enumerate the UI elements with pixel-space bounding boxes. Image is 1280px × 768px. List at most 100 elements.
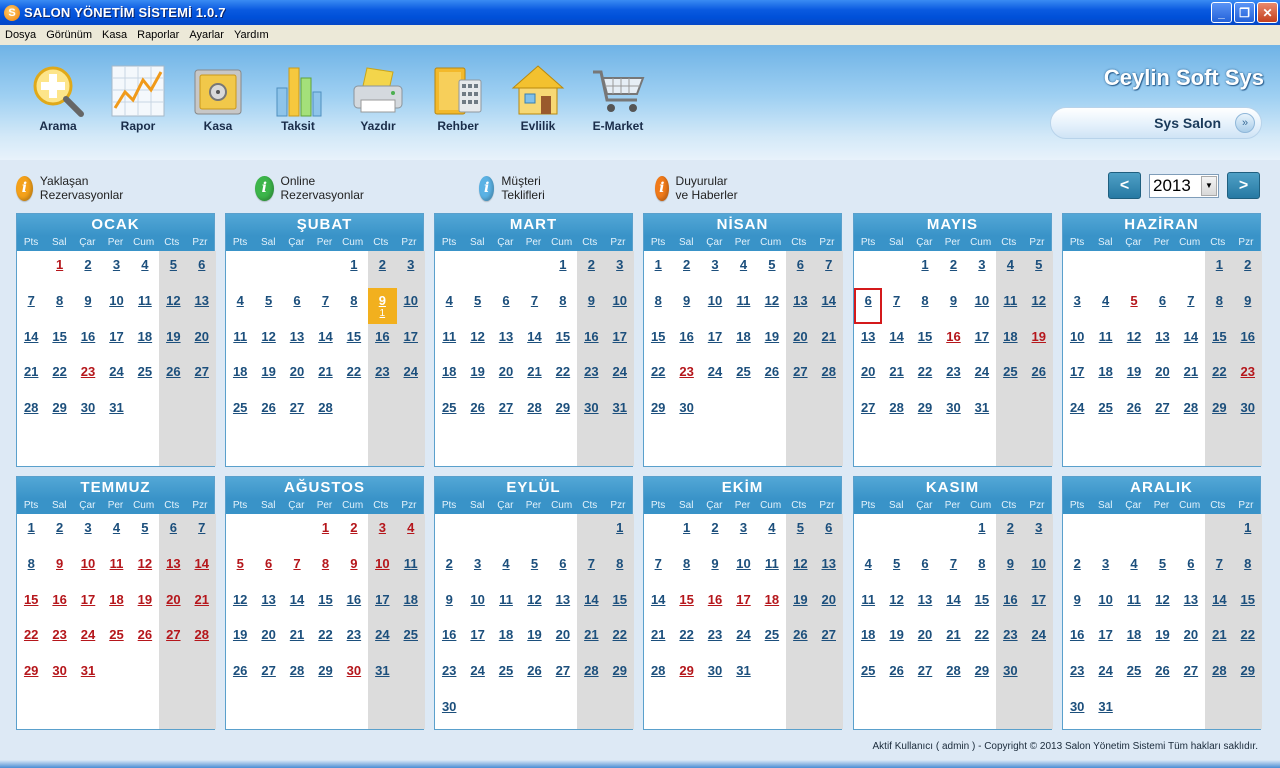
- day-cell[interactable]: 13: [188, 288, 216, 324]
- day-cell[interactable]: 9: [939, 288, 967, 324]
- day-cell[interactable]: 11: [854, 587, 882, 623]
- day-cell[interactable]: 28: [644, 658, 672, 694]
- day-cell[interactable]: 26: [786, 622, 814, 658]
- day-cell[interactable]: 11: [397, 551, 425, 587]
- day-cell[interactable]: 9: [701, 551, 729, 587]
- day-cell[interactable]: 30: [435, 694, 463, 730]
- day-cell[interactable]: 1: [1205, 252, 1233, 288]
- day-cell[interactable]: 3: [102, 252, 130, 288]
- day-cell[interactable]: 15: [606, 587, 634, 623]
- day-cell[interactable]: 7: [188, 515, 216, 551]
- day-cell[interactable]: 19: [226, 622, 254, 658]
- day-cell[interactable]: 20: [492, 359, 520, 395]
- day-cell[interactable]: 28: [1205, 658, 1233, 694]
- day-cell[interactable]: 12: [520, 587, 548, 623]
- day-cell[interactable]: 4: [758, 515, 786, 551]
- day-cell[interactable]: 14: [939, 587, 967, 623]
- info-yaklasan-rezervasyonlar[interactable]: i Yaklaşan Rezervasyonlar: [16, 174, 131, 202]
- day-cell[interactable]: 91: [368, 287, 397, 324]
- day-cell[interactable]: 17: [729, 587, 757, 623]
- info-duyurular-haberler[interactable]: i Duyurular ve Haberler: [655, 174, 739, 202]
- menu-gorunum[interactable]: Görünüm: [41, 29, 97, 41]
- day-cell[interactable]: 1: [1234, 515, 1262, 551]
- day-cell[interactable]: 5: [1025, 252, 1053, 288]
- day-cell[interactable]: 30: [45, 658, 73, 694]
- day-cell[interactable]: 2: [672, 252, 700, 288]
- day-cell[interactable]: 6: [815, 515, 843, 551]
- info-musteri-teklifleri[interactable]: i Müşteri Teklifleri: [479, 174, 554, 202]
- day-cell[interactable]: 22: [1234, 622, 1262, 658]
- day-cell[interactable]: 15: [911, 324, 939, 360]
- day-cell[interactable]: 23: [672, 359, 700, 395]
- day-cell[interactable]: 8: [340, 288, 368, 324]
- day-cell[interactable]: 23: [577, 359, 605, 395]
- day-cell[interactable]: 29: [672, 658, 700, 694]
- maximize-button[interactable]: ❐: [1234, 2, 1255, 23]
- day-cell[interactable]: 6: [159, 515, 187, 551]
- day-cell[interactable]: 17: [368, 587, 396, 623]
- day-cell[interactable]: 25: [996, 359, 1024, 395]
- day-cell[interactable]: 15: [672, 587, 700, 623]
- day-cell[interactable]: 20: [815, 587, 843, 623]
- day-cell[interactable]: 20: [283, 359, 311, 395]
- day-cell[interactable]: 16: [672, 324, 700, 360]
- day-cell[interactable]: 15: [311, 587, 339, 623]
- day-cell[interactable]: 26: [1148, 658, 1176, 694]
- day-cell[interactable]: 2: [368, 252, 396, 288]
- day-cell[interactable]: 14: [815, 288, 843, 324]
- day-cell[interactable]: 13: [1148, 324, 1176, 360]
- day-cell[interactable]: 5: [159, 252, 187, 288]
- menu-dosya[interactable]: Dosya: [0, 29, 41, 41]
- day-cell[interactable]: 17: [1091, 622, 1119, 658]
- day-cell[interactable]: 30: [1234, 395, 1262, 431]
- day-cell[interactable]: 10: [74, 551, 102, 587]
- day-cell[interactable]: 10: [102, 288, 130, 324]
- day-cell[interactable]: 30: [74, 395, 102, 431]
- day-cell[interactable]: 1: [644, 252, 672, 288]
- day-cell[interactable]: 23: [368, 359, 396, 395]
- day-cell[interactable]: 29: [549, 395, 577, 431]
- day-cell[interactable]: 25: [854, 658, 882, 694]
- day-cell[interactable]: 14: [520, 324, 548, 360]
- day-cell[interactable]: 26: [1120, 395, 1148, 431]
- day-cell[interactable]: 6: [549, 551, 577, 587]
- day-cell[interactable]: 7: [283, 551, 311, 587]
- day-cell[interactable]: 25: [1120, 658, 1148, 694]
- day-cell[interactable]: 27: [283, 395, 311, 431]
- day-cell[interactable]: 8: [311, 551, 339, 587]
- day-cell[interactable]: 17: [74, 587, 102, 623]
- day-cell[interactable]: 25: [729, 359, 757, 395]
- info-online-rezervasyonlar[interactable]: i Online Rezervasyonlar: [255, 174, 370, 202]
- day-cell[interactable]: 11: [435, 324, 463, 360]
- day-cell[interactable]: 6: [492, 288, 520, 324]
- day-cell[interactable]: 24: [1025, 622, 1053, 658]
- day-cell[interactable]: 21: [577, 622, 605, 658]
- day-cell[interactable]: 10: [1091, 587, 1119, 623]
- day-cell[interactable]: 12: [254, 324, 282, 360]
- day-cell[interactable]: 3: [74, 515, 102, 551]
- day-cell[interactable]: 11: [226, 324, 254, 360]
- day-cell[interactable]: 3: [701, 252, 729, 288]
- day-cell[interactable]: 1: [606, 515, 634, 551]
- day-cell[interactable]: 17: [1063, 359, 1091, 395]
- day-cell[interactable]: 31: [1091, 694, 1119, 730]
- day-cell[interactable]: 16: [1063, 622, 1091, 658]
- day-cell[interactable]: 11: [996, 288, 1024, 324]
- day-cell[interactable]: 3: [729, 515, 757, 551]
- day-cell[interactable]: 4: [1091, 288, 1119, 324]
- day-cell[interactable]: 11: [131, 288, 159, 324]
- day-cell[interactable]: 23: [45, 622, 73, 658]
- day-cell[interactable]: 27: [815, 622, 843, 658]
- day-cell[interactable]: 16: [74, 324, 102, 360]
- menu-yardim[interactable]: Yardım: [229, 29, 274, 41]
- day-cell[interactable]: 24: [368, 622, 396, 658]
- day-cell[interactable]: 26: [131, 622, 159, 658]
- day-cell[interactable]: 31: [606, 395, 634, 431]
- toolbar-emarket-button[interactable]: E-Market: [578, 61, 658, 133]
- menu-raporlar[interactable]: Raporlar: [132, 29, 184, 41]
- day-cell[interactable]: 3: [368, 515, 396, 551]
- day-cell[interactable]: 28: [520, 395, 548, 431]
- day-cell[interactable]: 9: [996, 551, 1024, 587]
- day-cell[interactable]: 31: [102, 395, 130, 431]
- day-cell[interactable]: 4: [226, 288, 254, 324]
